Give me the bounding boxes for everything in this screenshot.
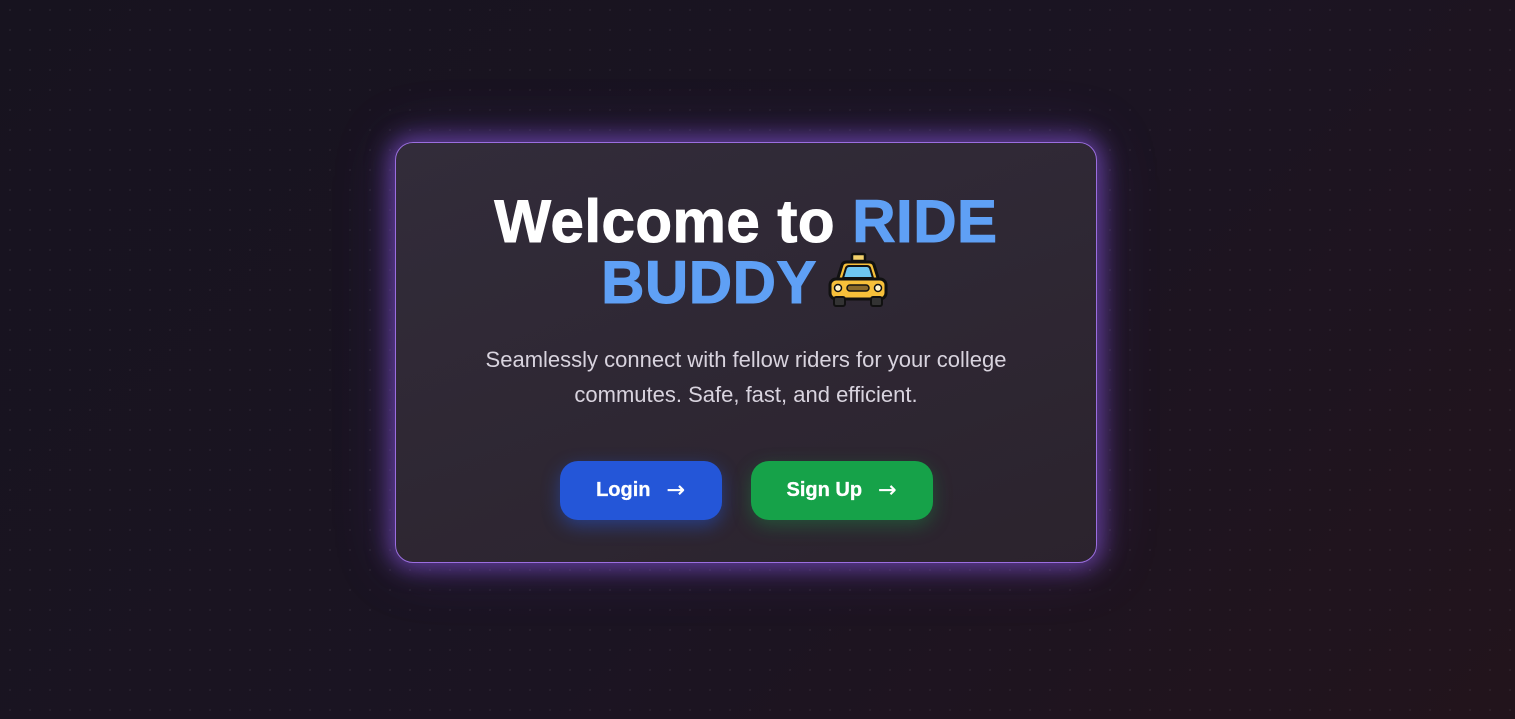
signup-button[interactable]: Sign Up → <box>750 461 933 520</box>
taxi-icon <box>828 252 888 307</box>
title-prefix: Welcome to <box>494 188 853 255</box>
login-button[interactable]: Login → <box>559 461 722 520</box>
arrow-right-icon: → <box>878 478 897 503</box>
arrow-right-icon: → <box>666 478 685 503</box>
subtitle: Seamlessly connect with fellow riders fo… <box>485 347 1007 407</box>
page-title: Welcome to RIDE BUDDY <box>396 191 1096 313</box>
signup-button-label: Sign Up <box>786 479 863 501</box>
welcome-card: Welcome to RIDE BUDDY Seamlessly connect… <box>395 142 1097 563</box>
action-buttons: Login → Sign Up → <box>396 461 1096 520</box>
login-button-label: Login <box>596 479 651 501</box>
